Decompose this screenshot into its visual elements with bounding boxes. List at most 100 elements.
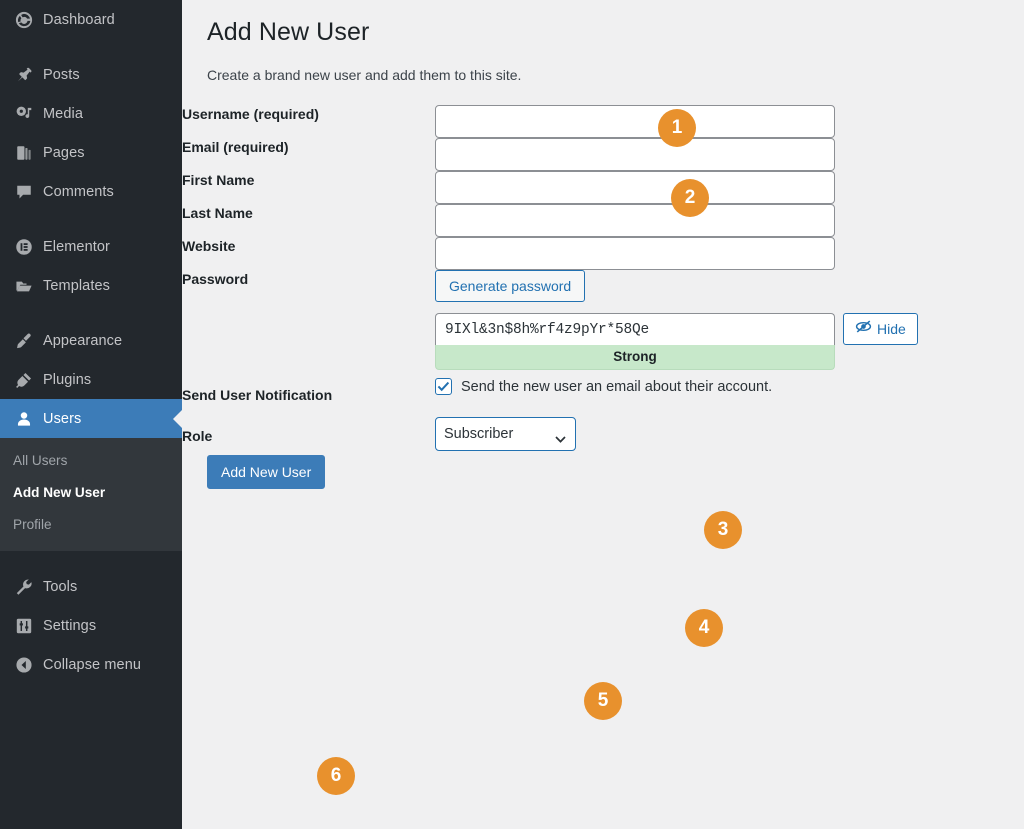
page-description: Create a brand new user and add them to … [207,67,522,83]
sidebar-item-label: Tools [43,578,78,595]
add-user-form: Username (required) Email (required) First… [182,105,1024,451]
sidebar-item-label: Elementor [43,238,110,255]
email-field-cell [435,138,1024,171]
role-label-cell: Role [182,405,435,451]
sidebar-item-collapse-menu[interactable]: Collapse menu [0,645,182,684]
last-name-input[interactable] [435,204,835,237]
collapse-icon [9,656,39,674]
settings-icon [9,617,39,635]
sidebar-primary-nav: Dashboard Posts Media Pages Comments Elemento… [0,0,182,438]
active-item-arrow [173,408,182,429]
sidebar-item-label: Templates [43,277,110,294]
add-new-user-submit-button[interactable]: Add New User [207,455,326,489]
sidebar-item-pages[interactable]: Pages [0,133,182,172]
sidebar-item-label: Settings [43,617,97,634]
password-input[interactable] [435,313,835,345]
password-input-group: Strong Hide [435,313,1024,370]
sidebar-item-users[interactable]: Users [0,399,182,438]
sidebar-item-comments[interactable]: Comments [0,172,182,211]
sidebar-item-label: Posts [43,66,80,83]
page-title: Add New User [207,18,370,46]
form-row-password: Password Generate password Strong [182,270,1024,370]
submenu-item-all-users[interactable]: All Users [0,445,182,477]
hide-password-button[interactable]: Hide [843,313,918,345]
first-name-label: First Name [182,172,255,188]
submenu-item-profile[interactable]: Profile [0,509,182,541]
username-field-cell [435,105,1024,138]
sidebar-separator [0,551,182,567]
notification-checkbox-row[interactable]: Send the new user an email about their a… [435,370,1024,395]
sidebar-item-appearance[interactable]: Appearance [0,321,182,360]
media-icon [9,105,39,123]
sidebar-separator [0,39,182,55]
password-strength-indicator: Strong [435,345,835,370]
notification-text: Send the new user an email about their a… [461,378,773,395]
dashboard-icon [9,11,39,29]
sidebar-item-settings[interactable]: Settings [0,606,182,645]
step-badge-2: 2 [671,179,709,217]
username-label-cell: Username (required) [182,105,435,138]
sidebar-item-label: Users [43,410,82,427]
role-select[interactable]: SubscriberContributorAuthorEditorAdminis… [435,417,576,451]
notification-label: Send User Notification [182,387,333,403]
sidebar-item-label: Collapse menu [43,656,142,673]
sidebar-item-elementor[interactable]: Elementor [0,227,182,266]
sidebar-item-tools[interactable]: Tools [0,567,182,606]
form-row-last-name: Last Name [182,204,1024,237]
submenu-item-add-new-user[interactable]: Add New User [0,477,182,509]
sidebar-item-dashboard[interactable]: Dashboard [0,0,182,39]
sidebar-item-label: Appearance [43,332,123,349]
plug-icon [9,371,39,389]
pin-icon [9,66,39,84]
step-badge-6: 6 [317,757,355,795]
sidebar-item-label: Comments [43,183,114,200]
step-badge-4: 4 [685,609,723,647]
brush-icon [9,332,39,350]
folder-icon [9,277,39,295]
sidebar-item-plugins[interactable]: Plugins [0,360,182,399]
website-label-cell: Website [182,237,435,270]
password-label: Password [182,271,249,287]
first-name-field-cell [435,171,1024,204]
website-label: Website [182,238,236,254]
eye-slash-icon [855,319,872,339]
send-notification-checkbox[interactable] [435,378,452,395]
wordpress-admin-screen: Dashboard Posts Media Pages Comments Elemento… [0,0,1024,829]
role-select-wrapper: SubscriberContributorAuthorEditorAdminis… [435,417,576,451]
users-submenu: All Users Add New User Profile [0,438,182,551]
form-row-notification: Send User Notification Send the new user… [182,370,1024,405]
username-input[interactable] [435,105,835,138]
sidebar-item-label: Pages [43,144,85,161]
sidebar-item-label: Dashboard [43,11,115,28]
notification-field-cell: Send the new user an email about their a… [435,370,1024,405]
user-icon [9,410,39,428]
role-field-cell: SubscriberContributorAuthorEditorAdminis… [435,405,1024,451]
sidebar-item-label: Media [43,105,83,122]
email-label: Email (required) [182,139,289,155]
website-input[interactable] [435,237,835,270]
first-name-input[interactable] [435,171,835,204]
admin-sidebar: Dashboard Posts Media Pages Comments Elemento… [0,0,182,829]
sidebar-separator [0,211,182,227]
sidebar-secondary-nav: Tools Settings Collapse menu [0,551,182,684]
last-name-label: Last Name [182,205,253,221]
form-row-first-name: First Name [182,171,1024,204]
password-input-column: Strong [435,313,835,370]
form-row-username: Username (required) [182,105,1024,138]
sidebar-item-media[interactable]: Media [0,94,182,133]
email-input[interactable] [435,138,835,171]
elementor-icon [9,238,39,256]
comments-icon [9,183,39,201]
sidebar-item-templates[interactable]: Templates [0,266,182,305]
step-badge-3: 3 [704,511,742,549]
first-name-label-cell: First Name [182,171,435,204]
hide-password-label: Hide [877,321,906,337]
email-label-cell: Email (required) [182,138,435,171]
generate-password-button[interactable]: Generate password [435,270,586,302]
sidebar-item-label: Plugins [43,371,92,388]
role-label: Role [182,428,213,444]
sidebar-item-posts[interactable]: Posts [0,55,182,94]
last-name-field-cell [435,204,1024,237]
pages-icon [9,144,39,162]
form-row-role: Role SubscriberContributorAuthorEditorAd… [182,405,1024,451]
